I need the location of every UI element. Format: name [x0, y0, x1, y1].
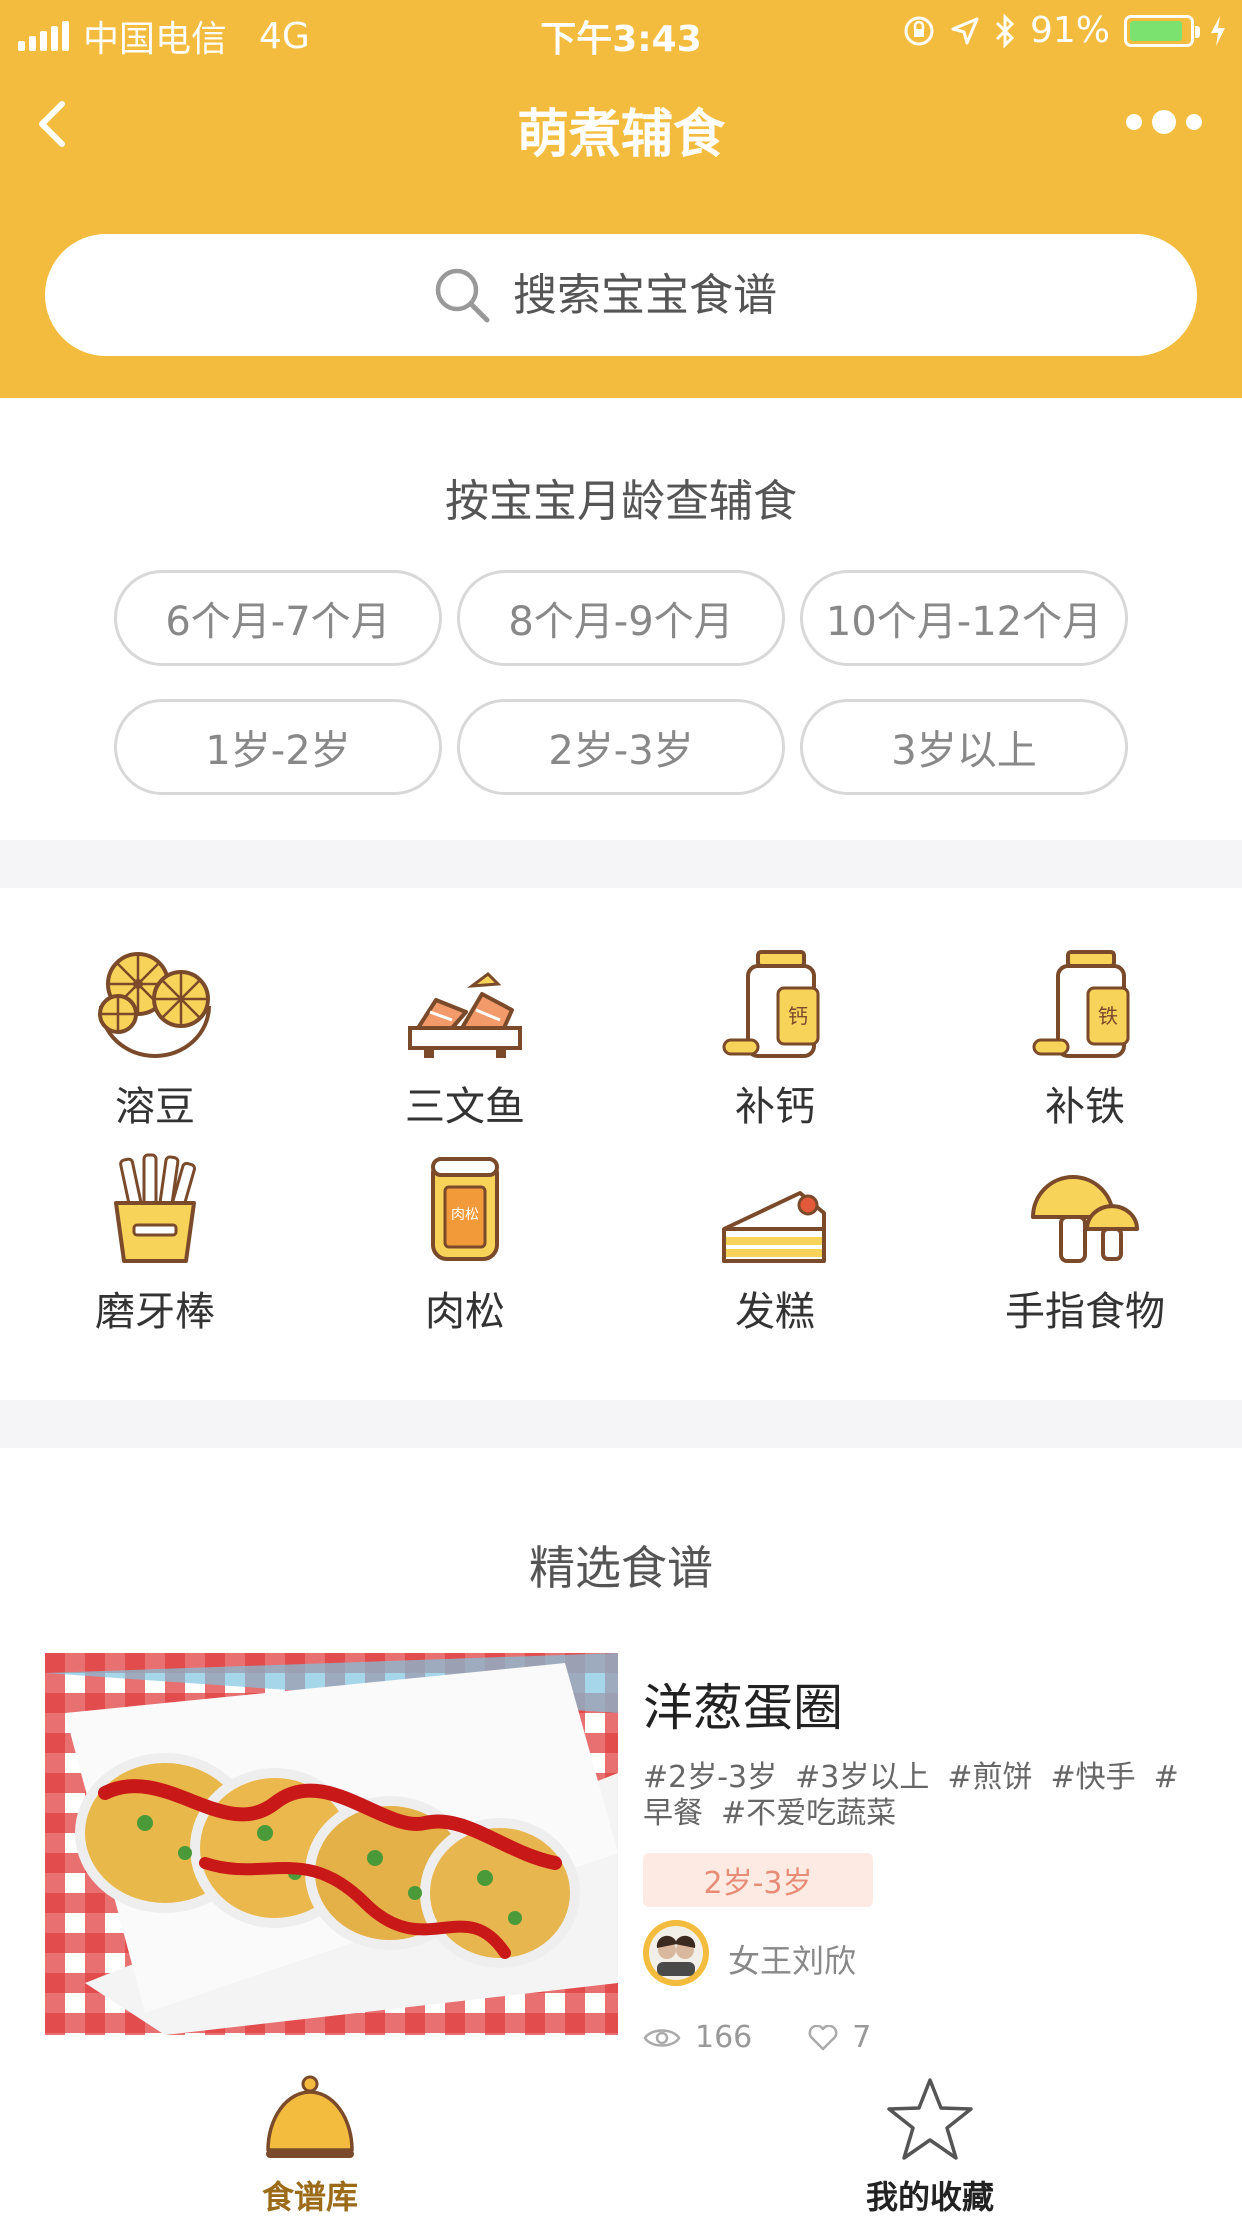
eye-icon: [643, 2028, 681, 2047]
nav-bar: 萌煮辅食: [0, 62, 1242, 192]
category-meat-floss[interactable]: 肉松 肉松: [310, 1145, 620, 1337]
search-bar[interactable]: [45, 234, 1197, 356]
age-option-3y-plus[interactable]: 3岁以上: [800, 699, 1128, 795]
category-label: 肉松: [425, 1289, 505, 1335]
category-label: 溶豆: [115, 1084, 195, 1130]
avatar[interactable]: [643, 1920, 709, 1986]
category-salmon[interactable]: 三文鱼: [310, 940, 620, 1132]
star-icon: [887, 2078, 973, 2160]
category-label: 发糕: [735, 1289, 815, 1335]
age-option-1-2y[interactable]: 1岁-2岁: [114, 699, 442, 795]
age-option-2-3y[interactable]: 2岁-3岁: [457, 699, 785, 795]
section-divider: [0, 840, 1242, 888]
author-name[interactable]: 女王刘欣: [728, 1936, 856, 1982]
battery-level: [1130, 20, 1183, 41]
category-label: 补铁: [1045, 1084, 1125, 1130]
category-label: 手指食物: [1005, 1289, 1165, 1335]
age-option-10-12m[interactable]: 10个月-12个月: [800, 570, 1128, 666]
orientation-lock-icon: [904, 16, 934, 45]
recipe-tag[interactable]: #2岁-3岁: [643, 1760, 777, 1795]
charging-icon: [1211, 15, 1225, 46]
category-label: 补钙: [735, 1084, 815, 1130]
age-section-title: 按宝宝月龄查辅食: [445, 476, 797, 527]
recipe-tag[interactable]: #煎饼: [947, 1760, 1032, 1795]
page-title: 萌煮辅食: [516, 105, 725, 165]
category-melting-beans[interactable]: 溶豆: [0, 940, 310, 1132]
category-cake[interactable]: 发糕: [620, 1145, 930, 1337]
category-label: 三文鱼: [405, 1084, 525, 1130]
featured-section-title: 精选食谱: [529, 1541, 713, 1595]
calcium-badge: 钙: [788, 1004, 808, 1028]
melting-beans-icon: [98, 952, 211, 1058]
mushroom-icon: [1031, 1175, 1139, 1263]
search-icon: [435, 268, 490, 323]
category-label: 磨牙棒: [95, 1289, 215, 1335]
recipe-image[interactable]: [45, 1653, 618, 2035]
age-option-8-9m[interactable]: 8个月-9个月: [457, 570, 785, 666]
calcium-bottle-icon: 钙: [722, 950, 820, 1058]
bluetooth-icon: [995, 13, 1015, 48]
section-divider: [0, 1400, 1242, 1448]
teething-sticks-icon: [114, 1153, 197, 1263]
category-calcium[interactable]: 钙 补钙: [620, 940, 930, 1132]
heart-icon[interactable]: [808, 2024, 838, 2051]
tab-label: 我的收藏: [865, 2178, 994, 2216]
meat-floss-jar-icon: 肉松: [431, 1157, 499, 1261]
battery-percent: 91%: [1029, 10, 1110, 51]
category-iron[interactable]: 铁 补铁: [930, 940, 1240, 1132]
like-count: 7: [852, 2020, 872, 2055]
recipe-title[interactable]: 洋葱蛋圈: [643, 1668, 843, 1740]
iron-badge: 铁: [1098, 1004, 1118, 1028]
tab-bar: 食谱库 我的收藏: [0, 2066, 1242, 2216]
recipe-stats: 166 7: [643, 2020, 871, 2055]
tab-my-favorites[interactable]: 我的收藏: [730, 2074, 1130, 2218]
recipe-photo: [45, 1653, 618, 2035]
location-icon: [951, 17, 979, 44]
battery-icon: [1124, 14, 1200, 47]
salmon-sushi-icon: [408, 972, 522, 1058]
tab-recipe-library[interactable]: 食谱库: [110, 2074, 510, 2218]
search-input[interactable]: [511, 268, 811, 322]
status-right: 91%: [902, 10, 1228, 51]
app-header: 中国电信 4G 下午3:43 91% 萌煮辅食: [0, 0, 1242, 398]
age-option-6-7m[interactable]: 6个月-7个月: [114, 570, 442, 666]
recipe-tags: #2岁-3岁 #3岁以上 #煎饼 #快手 #早餐 #不爱吃蔬菜: [643, 1760, 1203, 1832]
recipe-tag[interactable]: #快手: [1051, 1760, 1136, 1795]
category-finger-food[interactable]: 手指食物: [930, 1145, 1240, 1337]
cloche-icon: [266, 2075, 354, 2158]
recipe-tag[interactable]: #3岁以上: [795, 1760, 929, 1795]
status-bar: 中国电信 4G 下午3:43 91%: [0, 0, 1242, 62]
category-teething-sticks[interactable]: 磨牙棒: [0, 1145, 310, 1337]
meat-floss-badge: 肉松: [451, 1207, 479, 1223]
recipe-age-badge: 2岁-3岁: [643, 1853, 873, 1907]
tab-label: 食谱库: [261, 2178, 358, 2216]
author-avatar-image: [643, 1920, 709, 1986]
cake-icon: [722, 1191, 826, 1263]
view-count: 166: [695, 2020, 753, 2055]
more-button[interactable]: [1126, 110, 1202, 134]
recipe-tag[interactable]: #不爱吃蔬菜: [721, 1796, 896, 1831]
iron-bottle-icon: 铁: [1032, 950, 1130, 1058]
more-dots-icon: [1126, 114, 1142, 130]
